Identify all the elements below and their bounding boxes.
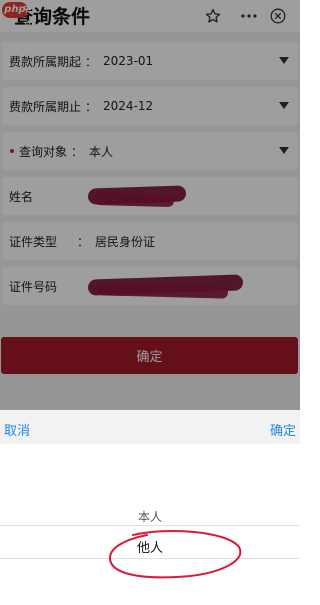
picker-toolbar: 取消 确定 <box>0 410 300 444</box>
annotation-circle <box>109 530 242 579</box>
modal-backdrop[interactable] <box>0 0 300 410</box>
picker-option[interactable]: 本人 <box>0 508 300 525</box>
selection-divider-top <box>0 525 300 526</box>
picker-ok-button[interactable]: 确定 <box>270 420 296 439</box>
option-picker: 取消 确定 本人 他人 <box>0 410 300 605</box>
picker-cancel-button[interactable]: 取消 <box>4 420 30 439</box>
